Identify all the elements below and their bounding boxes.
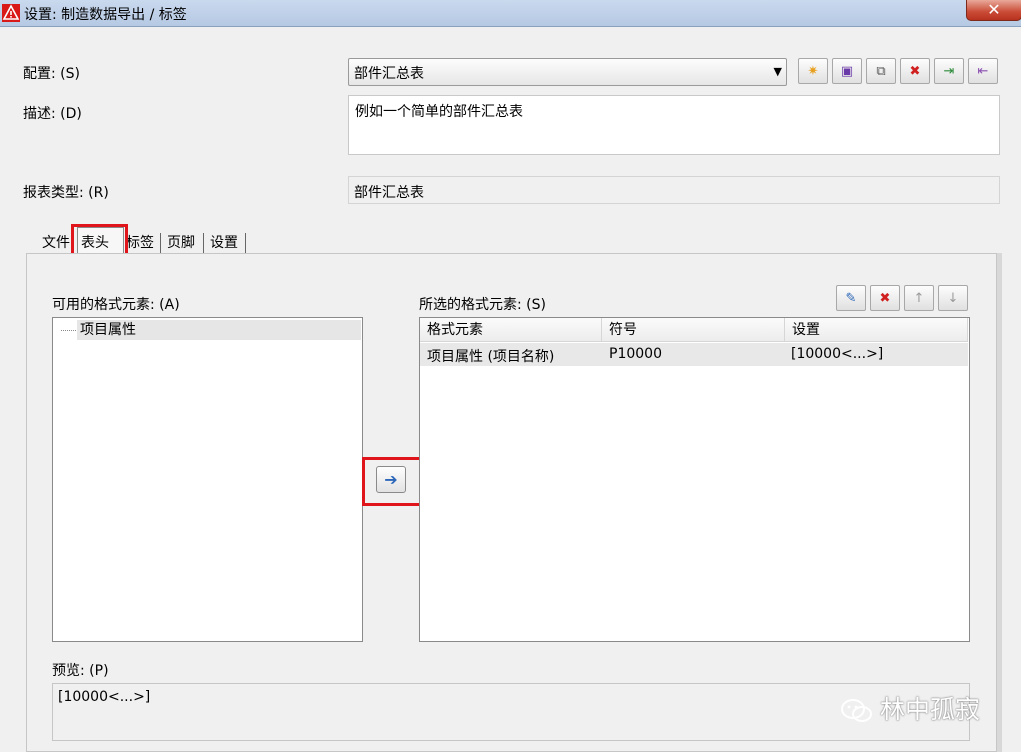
import-icon: ⇥ bbox=[943, 64, 955, 79]
tab-file[interactable]: 文件 bbox=[39, 232, 73, 254]
tab-labels[interactable]: 标签 bbox=[123, 232, 157, 254]
tab-divider bbox=[160, 233, 161, 253]
tree-item-project-property[interactable]: 项目属性 bbox=[77, 320, 361, 340]
table-cell: P10000 bbox=[609, 346, 662, 362]
save-icon: ▣ bbox=[840, 64, 854, 79]
delete-icon: ✖ bbox=[909, 64, 921, 79]
table-cell: [10000<...>] bbox=[791, 346, 884, 362]
title-bar: 设置: 制造数据导出 / 标签 ✕ bbox=[0, 0, 1021, 27]
config-label: 配置: (S) bbox=[23, 66, 80, 82]
new-icon: ✷ bbox=[807, 64, 819, 79]
watermark-text: 林中孤寂 bbox=[880, 695, 981, 724]
column-header-settings[interactable]: 设置 bbox=[785, 318, 968, 342]
export-button[interactable]: ⇤ bbox=[968, 58, 998, 84]
preview-label: 预览: (P) bbox=[52, 663, 109, 679]
window-title: 设置: 制造数据导出 / 标签 bbox=[24, 7, 187, 23]
copy-button[interactable]: ⧉ bbox=[866, 58, 896, 84]
tab-divider bbox=[245, 233, 246, 253]
warning-app-icon bbox=[2, 4, 20, 22]
wechat-icon bbox=[841, 699, 872, 722]
close-button[interactable]: ✕ bbox=[966, 0, 1021, 21]
delete-button[interactable]: ✖ bbox=[900, 58, 930, 84]
import-button[interactable]: ⇥ bbox=[934, 58, 964, 84]
selected-elements-table[interactable]: 格式元素 符号 设置 项目属性 (项目名称) P10000 [10000<...… bbox=[419, 317, 970, 642]
remove-button[interactable]: ✖ bbox=[870, 285, 900, 311]
save-button[interactable]: ▣ bbox=[832, 58, 862, 84]
preview-field: [10000<...>] bbox=[52, 683, 970, 741]
move-down-button[interactable]: ↓ bbox=[938, 285, 968, 311]
config-dropdown-value: 部件汇总表 bbox=[354, 66, 424, 82]
tab-settings[interactable]: 设置 bbox=[207, 232, 241, 254]
tree-connector bbox=[61, 330, 76, 331]
tab-divider bbox=[203, 233, 204, 253]
remove-icon: ✖ bbox=[879, 291, 891, 306]
copy-icon: ⧉ bbox=[876, 64, 886, 79]
selected-elements-label: 所选的格式元素: (S) bbox=[419, 297, 546, 313]
config-dropdown[interactable]: 部件汇总表 ▼ bbox=[348, 58, 787, 86]
edit-icon: ✎ bbox=[845, 291, 857, 306]
available-elements-tree[interactable]: 项目属性 bbox=[52, 317, 363, 642]
export-icon: ⇤ bbox=[977, 64, 989, 79]
watermark: 林中孤寂 bbox=[840, 690, 980, 726]
description-field[interactable]: 例如一个简单的部件汇总表 bbox=[348, 95, 1000, 155]
move-down-icon: ↓ bbox=[947, 291, 959, 306]
new-button[interactable]: ✷ bbox=[798, 58, 828, 84]
move-up-icon: ↑ bbox=[913, 291, 925, 306]
report-type-field: 部件汇总表 bbox=[348, 176, 1000, 204]
panel-edge bbox=[997, 253, 1002, 752]
table-cell: 项目属性 (项目名称) bbox=[427, 349, 555, 365]
column-header-format-element[interactable]: 格式元素 bbox=[420, 318, 602, 342]
move-up-button[interactable]: ↑ bbox=[904, 285, 934, 311]
description-label: 描述: (D) bbox=[23, 106, 82, 122]
add-button-highlight bbox=[362, 457, 426, 506]
chevron-down-icon: ▼ bbox=[773, 65, 782, 78]
report-type-label: 报表类型: (R) bbox=[23, 185, 109, 201]
edit-button[interactable]: ✎ bbox=[836, 285, 866, 311]
available-elements-label: 可用的格式元素: (A) bbox=[52, 297, 180, 313]
tab-footer[interactable]: 页脚 bbox=[164, 232, 198, 254]
column-header-symbol[interactable]: 符号 bbox=[602, 318, 785, 342]
